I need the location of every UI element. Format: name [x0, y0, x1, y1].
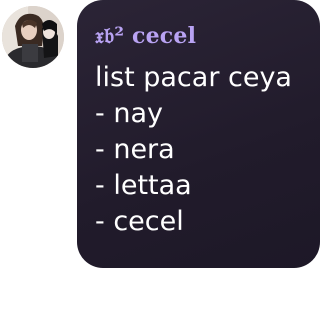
avatar[interactable] — [2, 6, 64, 68]
sender-header: 𝔵𝔟² cecel — [95, 18, 306, 54]
message-line-item: - lettaa — [95, 170, 192, 201]
avatar-image — [2, 6, 64, 68]
message-line-item: - nay — [95, 98, 163, 129]
sender-name[interactable]: 𝔵𝔟² cecel — [95, 23, 196, 49]
message-line-item: - nera — [95, 134, 175, 165]
message-line-item: - cecel — [95, 206, 184, 237]
message-line-title: list pacar ceya — [95, 62, 292, 93]
chat-screenshot: 𝔵𝔟² cecel list pacar ceya - nay - nera -… — [0, 0, 320, 315]
message-bubble[interactable]: 𝔵𝔟² cecel list pacar ceya - nay - nera -… — [77, 0, 320, 268]
